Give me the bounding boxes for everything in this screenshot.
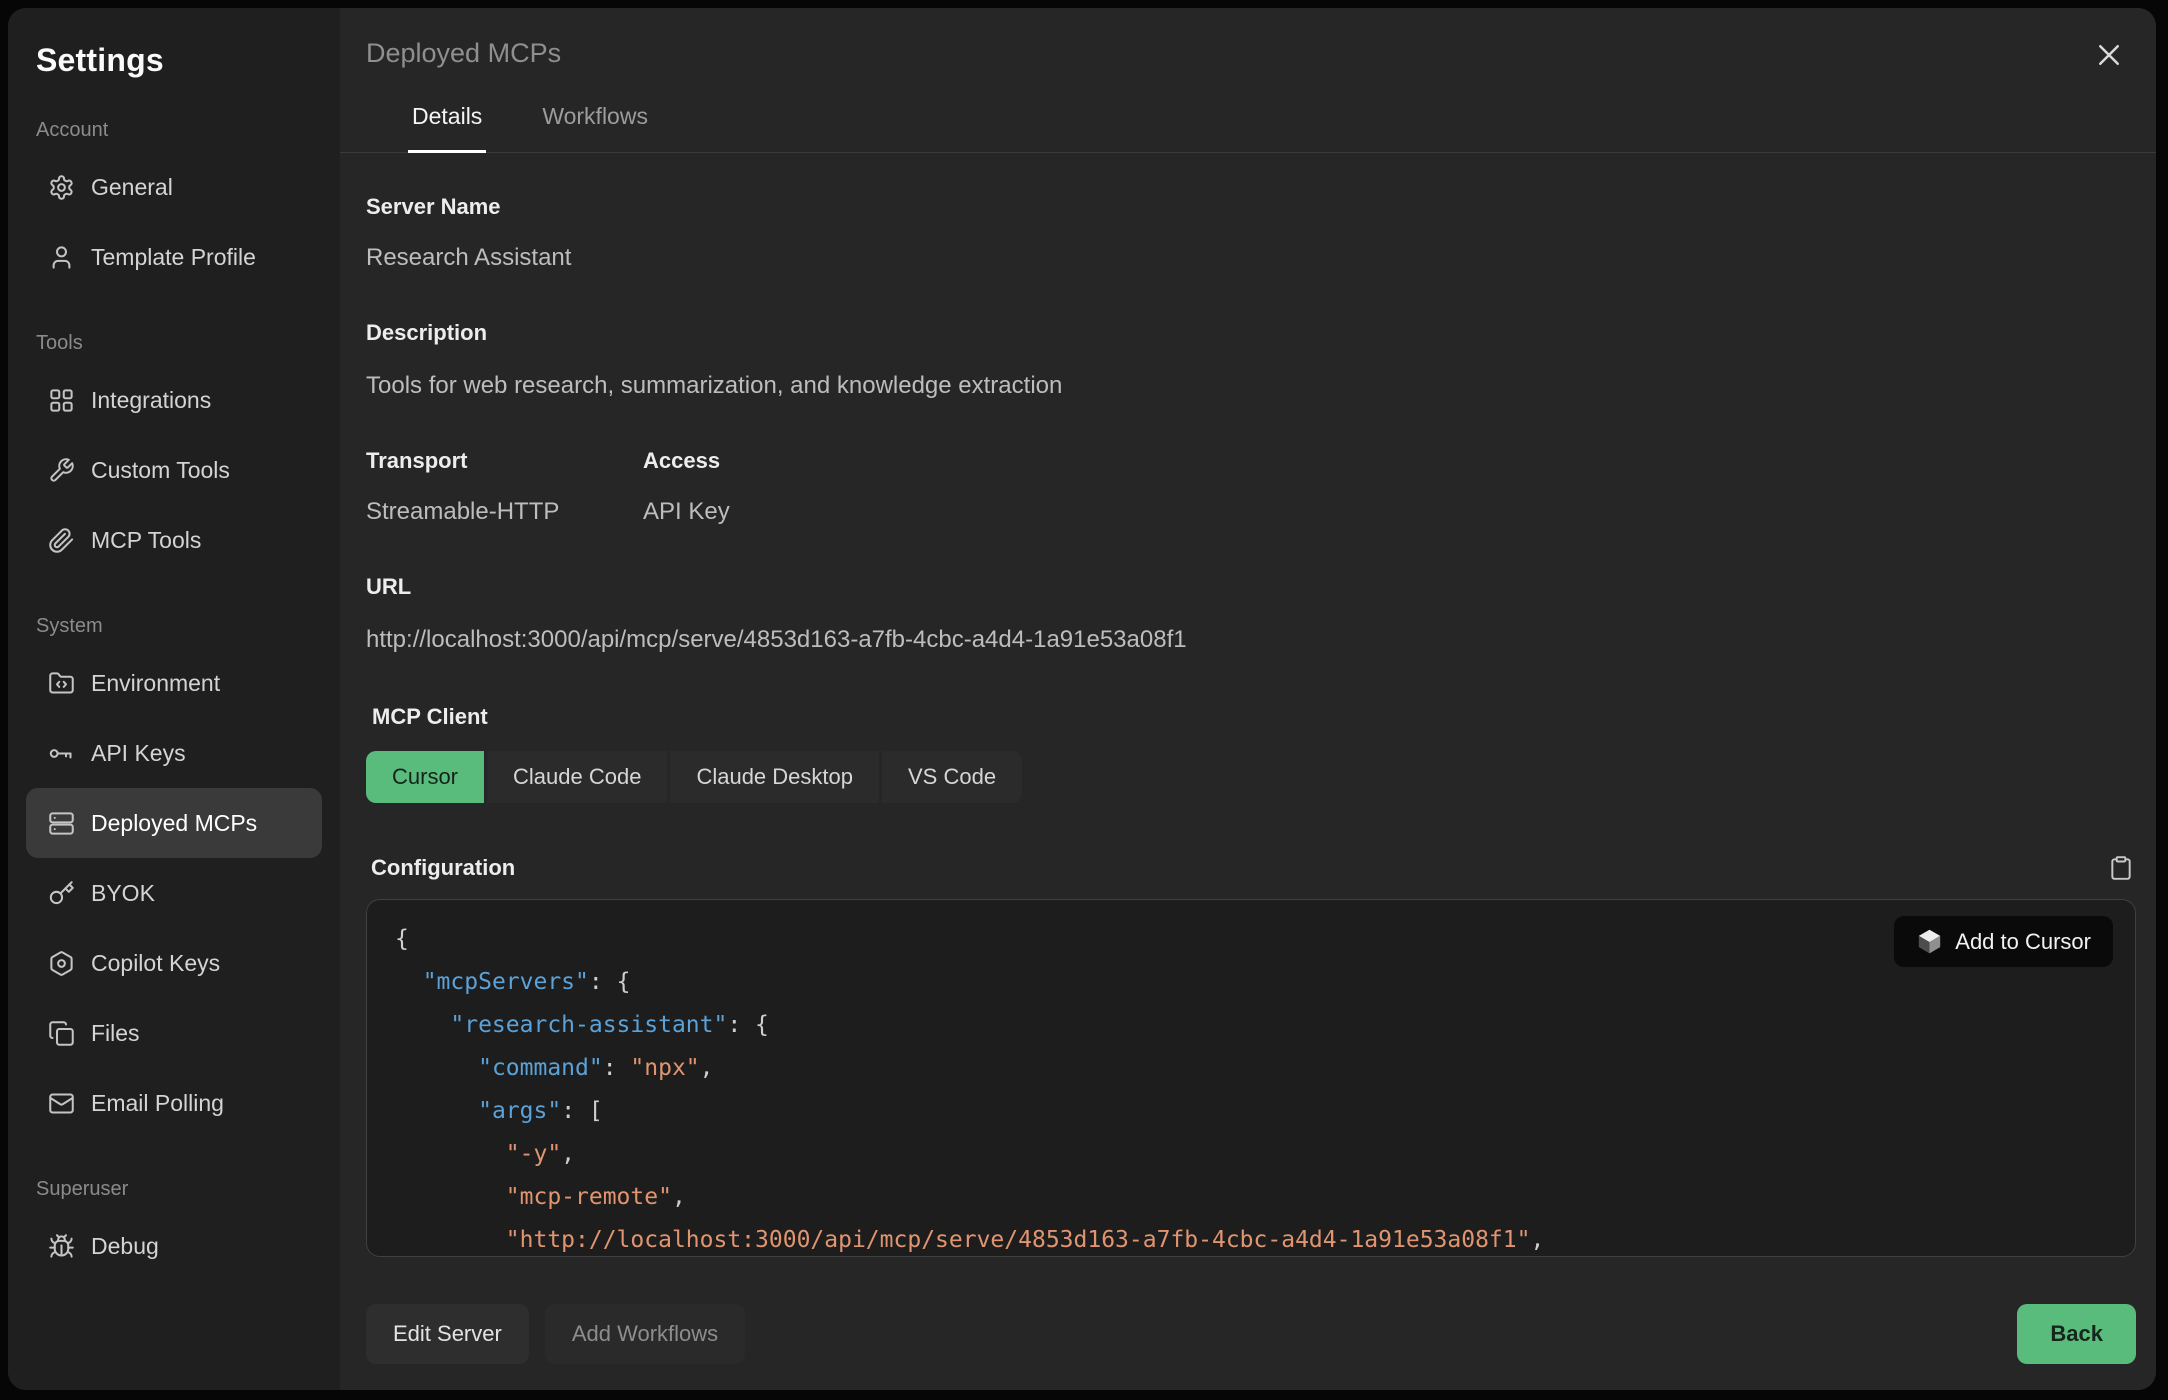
details-content: Server Name Research Assistant Descripti… xyxy=(340,153,2156,1284)
sidebar-item-label: Custom Tools xyxy=(91,457,230,484)
panel-footer: Edit Server Add Workflows Back xyxy=(340,1284,2156,1390)
close-icon xyxy=(2094,40,2124,70)
sidebar-item-label: Copilot Keys xyxy=(91,950,220,977)
client-button-claude-desktop[interactable]: Claude Desktop xyxy=(670,751,879,803)
sidebar-item-template-profile[interactable]: Template Profile xyxy=(26,222,322,292)
transport-access-labels: Transport Access xyxy=(366,447,2136,475)
user-icon xyxy=(48,244,75,271)
transport-access-values: Streamable-HTTP API Key xyxy=(366,497,2136,527)
description-label: Description xyxy=(366,319,2136,347)
key-icon xyxy=(48,740,75,767)
sidebar: Settings Account General Template Profile T… xyxy=(8,8,340,1390)
sidebar-item-label: MCP Tools xyxy=(91,527,201,554)
sidebar-item-environment[interactable]: Environment xyxy=(26,648,322,718)
client-button-cursor[interactable]: Cursor xyxy=(366,751,484,803)
sidebar-item-byok[interactable]: BYOK xyxy=(26,858,322,928)
add-to-cursor-label: Add to Cursor xyxy=(1955,929,2091,955)
gear-icon xyxy=(48,174,75,201)
tab-workflows[interactable]: Workflows xyxy=(538,103,652,152)
add-to-cursor-button[interactable]: Add to Cursor xyxy=(1894,916,2113,967)
sidebar-item-label: Template Profile xyxy=(91,244,256,271)
tab-details[interactable]: Details xyxy=(408,103,486,153)
access-value: API Key xyxy=(643,497,730,527)
sidebar-section-label: Account xyxy=(36,119,320,142)
clipboard-icon xyxy=(2108,855,2134,881)
sidebar-item-general[interactable]: General xyxy=(26,152,322,222)
configuration-row: Configuration xyxy=(366,853,2136,883)
transport-value: Streamable-HTTP xyxy=(366,497,643,527)
sidebar-item-label: API Keys xyxy=(91,740,186,767)
server-name-label: Server Name xyxy=(366,193,2136,221)
configuration-label: Configuration xyxy=(371,854,515,882)
settings-title: Settings xyxy=(36,42,320,79)
main-panel: Deployed MCPs Details Workflows Server Na… xyxy=(340,8,2156,1390)
sidebar-item-api-keys[interactable]: API Keys xyxy=(26,718,322,788)
sidebar-item-label: Deployed MCPs xyxy=(91,810,257,837)
panel-header: Deployed MCPs Details Workflows xyxy=(340,8,2156,153)
sidebar-section-label: Superuser xyxy=(36,1178,320,1201)
sidebar-item-label: Environment xyxy=(91,670,220,697)
edit-server-button[interactable]: Edit Server xyxy=(366,1304,529,1364)
back-button[interactable]: Back xyxy=(2017,1304,2136,1364)
sidebar-item-label: General xyxy=(91,174,173,201)
files-icon xyxy=(48,1020,75,1047)
mcp-client-label: MCP Client xyxy=(372,703,2136,731)
add-workflows-button[interactable]: Add Workflows xyxy=(545,1304,745,1364)
wrench-icon xyxy=(48,457,75,484)
folder-code-icon xyxy=(48,670,75,697)
server-icon xyxy=(48,810,75,837)
sidebar-item-label: Email Polling xyxy=(91,1090,224,1117)
sidebar-item-label: Files xyxy=(91,1020,140,1047)
sidebar-nav: Account General Template Profile Tools Integ… xyxy=(28,119,320,1281)
sidebar-item-email-polling[interactable]: Email Polling xyxy=(26,1068,322,1138)
sidebar-section-label: Tools xyxy=(36,332,320,355)
copy-config-button[interactable] xyxy=(2106,853,2136,883)
sidebar-item-deployed-mcps[interactable]: Deployed MCPs xyxy=(26,788,322,858)
sidebar-item-custom-tools[interactable]: Custom Tools xyxy=(26,435,322,505)
panel-title: Deployed MCPs xyxy=(366,38,2136,69)
paperclip-icon xyxy=(48,527,75,554)
mail-icon xyxy=(48,1090,75,1117)
sidebar-item-files[interactable]: Files xyxy=(26,998,322,1068)
client-button-vs-code[interactable]: VS Code xyxy=(882,751,1022,803)
transport-label: Transport xyxy=(366,447,643,475)
grid-icon xyxy=(48,387,75,414)
hexagon-icon xyxy=(48,950,75,977)
sidebar-item-label: Debug xyxy=(91,1233,159,1260)
bug-icon xyxy=(48,1233,75,1260)
sidebar-item-mcp-tools[interactable]: MCP Tools xyxy=(26,505,322,575)
key-diagonal-icon xyxy=(48,880,75,907)
tab-bar: Details Workflows xyxy=(340,103,2156,153)
url-label: URL xyxy=(366,573,2136,601)
settings-modal: Settings Account General Template Profile T… xyxy=(8,8,2156,1390)
sidebar-item-label: Integrations xyxy=(91,387,211,414)
configuration-code-block: { "mcpServers": { "research-assistant": … xyxy=(366,899,2136,1257)
client-button-claude-code[interactable]: Claude Code xyxy=(487,751,667,803)
mcp-client-selector: CursorClaude CodeClaude DesktopVS Code xyxy=(366,751,2136,803)
sidebar-section-label: System xyxy=(36,615,320,638)
server-name-value: Research Assistant xyxy=(366,243,2136,273)
sidebar-item-integrations[interactable]: Integrations xyxy=(26,365,322,435)
sidebar-item-copilot-keys[interactable]: Copilot Keys xyxy=(26,928,322,998)
sidebar-item-label: BYOK xyxy=(91,880,155,907)
description-value: Tools for web research, summarization, a… xyxy=(366,371,2136,401)
configuration-json: { "mcpServers": { "research-assistant": … xyxy=(395,918,2107,1257)
access-label: Access xyxy=(643,447,720,475)
sidebar-item-debug[interactable]: Debug xyxy=(26,1211,322,1281)
url-value: http://localhost:3000/api/mcp/serve/4853… xyxy=(366,625,2136,655)
close-button[interactable] xyxy=(2088,34,2130,76)
cursor-logo-icon xyxy=(1916,928,1943,955)
